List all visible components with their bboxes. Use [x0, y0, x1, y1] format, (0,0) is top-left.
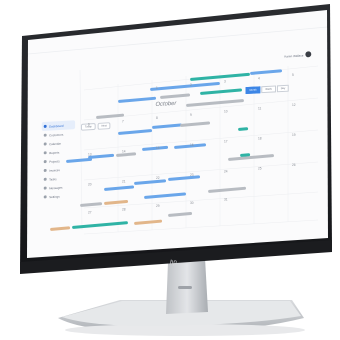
day-number: 7 — [122, 119, 124, 123]
day-number: 11 — [258, 106, 262, 110]
day-number: 8 — [156, 116, 158, 120]
day-number: 17 — [224, 140, 228, 144]
day-number: 31 — [224, 198, 228, 202]
day-number: 24 — [224, 170, 228, 174]
day-number: 21 — [122, 179, 126, 183]
day-number: 30 — [190, 201, 194, 205]
day-number: 15 — [156, 146, 160, 150]
day-number: 23 — [190, 173, 194, 177]
day-number: 22 — [156, 176, 160, 180]
day-number: 1 — [156, 86, 158, 90]
day-number: 14 — [122, 149, 126, 153]
day-number: 10 — [224, 110, 228, 114]
day-number: 19 — [292, 133, 296, 137]
day-number: 12 — [292, 103, 296, 107]
day-number: 13 — [88, 153, 92, 157]
day-number: 18 — [258, 136, 262, 140]
day-number: 26 — [292, 163, 296, 167]
day-number: 3 — [224, 80, 226, 84]
day-number: 20 — [88, 183, 92, 187]
day-number-layer: 1234567891011121314151617181920212223242… — [88, 73, 296, 215]
day-number: 29 — [156, 204, 160, 208]
day-number: 6 — [88, 123, 90, 127]
day-number: 4 — [258, 76, 260, 80]
monitor-photo-scene: hp Karen Wallace October Month Week Day … — [0, 0, 340, 340]
day-number: 9 — [190, 113, 192, 117]
day-number: 5 — [292, 73, 294, 77]
day-number: 25 — [258, 166, 262, 170]
day-number: 28 — [122, 207, 126, 211]
day-number: 2 — [190, 83, 192, 87]
day-number: 16 — [190, 143, 194, 147]
day-number: 27 — [88, 211, 92, 215]
